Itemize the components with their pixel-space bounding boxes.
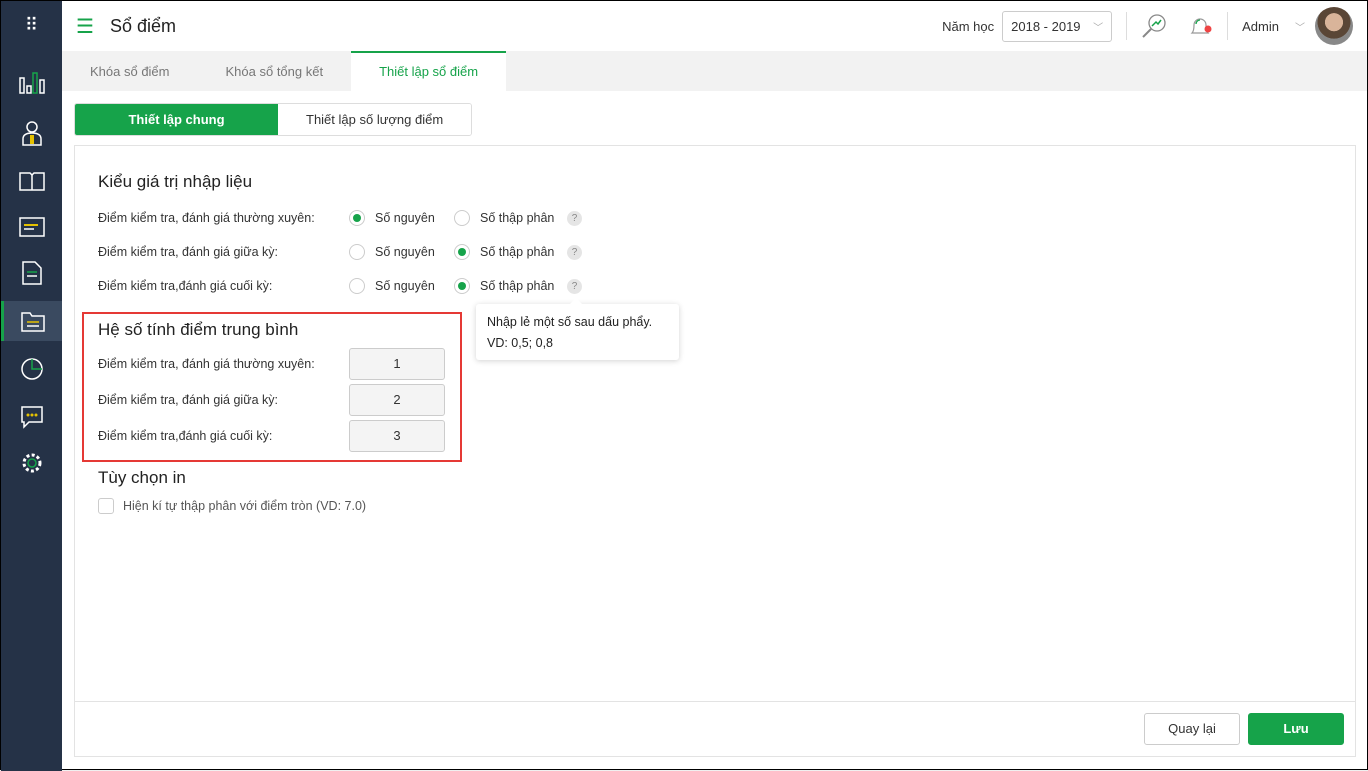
- footer: Quay lại Lưu: [75, 701, 1355, 756]
- help-icon[interactable]: ?: [567, 210, 582, 226]
- back-button[interactable]: Quay lại: [1144, 713, 1240, 745]
- radio-decimal[interactable]: Số thập phân: [454, 210, 559, 226]
- help-icon[interactable]: ?: [567, 278, 582, 294]
- save-button[interactable]: Lưu: [1248, 713, 1344, 745]
- bar-chart-icon: [18, 72, 45, 94]
- row-label: Điểm kiểm tra, đánh giá giữa kỳ:: [98, 245, 278, 259]
- sidebar-item-settings[interactable]: [1, 443, 62, 483]
- sidebar-item-teachers[interactable]: [1, 113, 62, 153]
- tab-bar: Khóa sổ điểm Khóa sổ tổng kết Thiết lập …: [62, 51, 1367, 91]
- section-title-coefficients: Hệ số tính điểm trung bình: [98, 320, 299, 339]
- coefficient-row: Điểm kiểm tra, đánh giá giữa kỳ: 2: [98, 384, 445, 416]
- folder-icon: [21, 312, 45, 332]
- row-label: Điểm kiểm tra,đánh giá cuối kỳ:: [98, 279, 273, 293]
- checkbox[interactable]: [98, 498, 114, 514]
- section-title-input-type: Kiểu giá trị nhập liệu: [98, 172, 253, 191]
- sidebar-item-messages[interactable]: [1, 397, 62, 437]
- board-icon: [18, 217, 45, 237]
- radio-integer[interactable]: Số nguyên: [349, 278, 454, 294]
- tab-lock-gradebook[interactable]: Khóa sổ điểm: [62, 51, 198, 91]
- sidebar-item-books[interactable]: [1, 161, 62, 201]
- radio-integer[interactable]: Số nguyên: [349, 244, 454, 260]
- sidebar-item-gradebook[interactable]: [1, 301, 62, 341]
- coefficient-input[interactable]: 3: [349, 420, 445, 452]
- print-option[interactable]: Hiện kí tự thập phân với điểm tròn (VD: …: [98, 498, 366, 514]
- coefficient-row: Điểm kiểm tra, đánh giá thường xuyên: 1: [98, 348, 445, 380]
- divider: [1227, 12, 1229, 40]
- radio-integer[interactable]: Số nguyên: [349, 210, 454, 226]
- chevron-down-icon[interactable]: ﹀: [1295, 19, 1305, 34]
- coefficient-input[interactable]: 2: [349, 384, 445, 416]
- coefficient-row: Điểm kiểm tra,đánh giá cuối kỳ: 3: [98, 420, 445, 452]
- teacher-icon: [21, 121, 42, 146]
- page-title: Sổ điểm: [109, 15, 176, 36]
- year-value: 2018 - 2019: [1011, 18, 1081, 34]
- document-icon: [21, 261, 42, 285]
- tab-gradebook-settings[interactable]: Thiết lập sổ điểm: [351, 51, 507, 91]
- section-title-print: Tùy chọn in: [98, 468, 186, 487]
- sidebar-item-dashboard[interactable]: [1, 63, 62, 103]
- top-header: ☰ Sổ điểm Năm học 2018 - 2019 ﹀ Admin ﹀: [62, 1, 1367, 51]
- input-type-row: Điểm kiểm tra, đánh giá thường xuyên: Số…: [98, 210, 582, 226]
- coefficient-input[interactable]: 1: [349, 348, 445, 380]
- sidebar-item-documents[interactable]: [1, 253, 62, 293]
- sidebar-item-board[interactable]: [1, 207, 62, 247]
- search-analytics-icon[interactable]: [1141, 13, 1167, 39]
- subtab-group: Thiết lập chung Thiết lập số lượng điểm: [74, 103, 473, 136]
- pie-chart-icon: [20, 358, 43, 380]
- gear-icon: [22, 453, 41, 473]
- main-content: Thiết lập chung Thiết lập số lượng điểm …: [62, 91, 1367, 769]
- help-icon[interactable]: ?: [567, 244, 582, 260]
- subtab-general[interactable]: Thiết lập chung: [75, 104, 278, 135]
- book-icon: [18, 172, 45, 191]
- help-tooltip: Nhập lẻ một số sau dấu phẩy. VD: 0,5; 0,8: [476, 298, 679, 360]
- user-name[interactable]: Admin: [1242, 19, 1279, 34]
- apps-grid-icon[interactable]: ⠿: [1, 5, 62, 45]
- sidebar: ⠿: [1, 1, 62, 771]
- avatar[interactable]: [1315, 7, 1353, 45]
- chat-icon: [20, 406, 43, 429]
- row-label: Điểm kiểm tra, đánh giá thường xuyên:: [98, 211, 315, 225]
- input-type-row: Điểm kiểm tra, đánh giá giữa kỳ: Số nguy…: [98, 244, 582, 260]
- settings-panel: Kiểu giá trị nhập liệu Điểm kiểm tra, đá…: [74, 145, 1356, 757]
- radio-decimal[interactable]: Số thập phân: [454, 244, 559, 260]
- radio-decimal[interactable]: Số thập phân: [454, 278, 559, 294]
- sidebar-item-reports[interactable]: [1, 349, 62, 389]
- year-label: Năm học: [942, 18, 995, 34]
- input-type-row: Điểm kiểm tra,đánh giá cuối kỳ: Số nguyê…: [98, 278, 582, 294]
- chevron-down-icon: ﹀: [1093, 22, 1104, 34]
- subtab-score-count[interactable]: Thiết lập số lượng điểm: [278, 104, 472, 135]
- menu-icon[interactable]: ☰: [76, 14, 94, 39]
- divider: [1126, 12, 1128, 40]
- tab-lock-summary[interactable]: Khóa sổ tổng kết: [198, 51, 352, 91]
- year-select[interactable]: 2018 - 2019 ﹀: [1002, 10, 1113, 42]
- bell-icon[interactable]: [1187, 13, 1213, 39]
